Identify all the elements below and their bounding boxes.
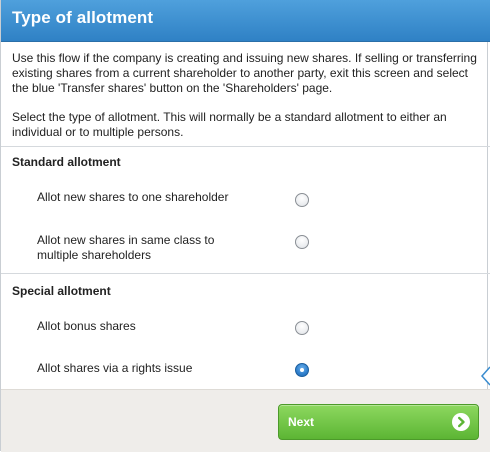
panel-footer: Next: [1, 389, 490, 452]
option-one-shareholder[interactable]: Allot new shares to one shareholder: [1, 189, 490, 219]
chevron-left-icon[interactable]: [480, 366, 490, 386]
intro-paragraph-2: Select the type of allotment. This will …: [12, 110, 447, 139]
allotment-panel: Type of allotment Use this flow if the c…: [0, 0, 490, 452]
radio-bonus-shares[interactable]: [295, 321, 309, 335]
option-bonus-shares[interactable]: Allot bonus shares: [1, 318, 490, 342]
next-button[interactable]: Next: [278, 404, 479, 440]
section-title-standard: Standard allotment: [12, 155, 121, 169]
option-label: Allot new shares in same class to multip…: [37, 233, 215, 262]
divider: [1, 273, 490, 274]
panel-header: Type of allotment: [1, 0, 490, 42]
chevron-right-circle-icon: [452, 413, 470, 431]
radio-one-shareholder[interactable]: [295, 193, 309, 207]
divider: [1, 146, 490, 147]
option-label: Allot shares via a rights issue: [37, 361, 193, 375]
option-label: Allot new shares to one shareholder: [37, 190, 229, 204]
page-title: Type of allotment: [12, 8, 154, 27]
radio-multiple-shareholders[interactable]: [295, 235, 309, 249]
option-multiple-shareholders[interactable]: Allot new shares in same class to multip…: [1, 232, 490, 266]
section-title-special: Special allotment: [12, 284, 111, 298]
option-rights-issue[interactable]: Allot shares via a rights issue: [1, 360, 490, 384]
radio-rights-issue[interactable]: [295, 363, 309, 377]
option-label: Allot bonus shares: [37, 319, 136, 333]
intro-text: Use this flow if the company is creating…: [12, 51, 478, 140]
intro-paragraph-1: Use this flow if the company is creating…: [12, 51, 477, 95]
next-button-label: Next: [288, 415, 315, 429]
